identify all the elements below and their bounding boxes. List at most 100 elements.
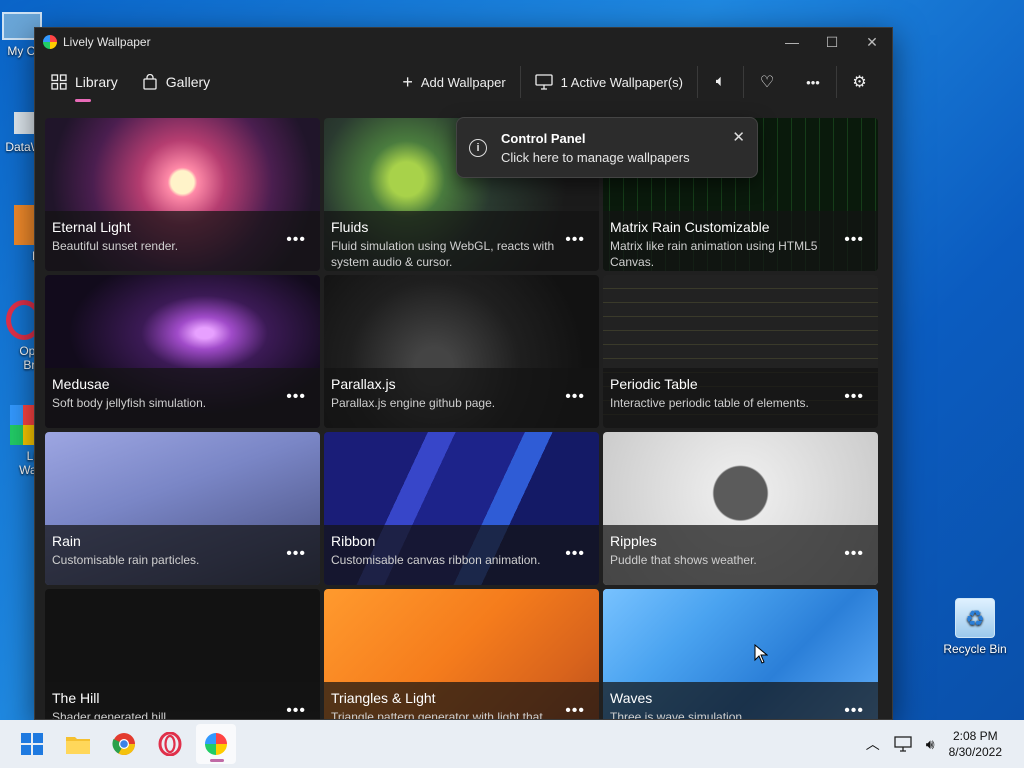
chevron-up-icon[interactable]: ︿ [866, 734, 880, 754]
wallpaper-card-periodic-table[interactable]: Periodic Table Interactive periodic table… [603, 275, 878, 428]
wallpaper-more-button[interactable]: ••• [286, 702, 306, 719]
wallpaper-title: Matrix Rain Customizable [610, 219, 770, 235]
wallpaper-description: Customisable canvas ribbon animation. [331, 553, 541, 567]
wallpaper-title: Eternal Light [52, 219, 131, 235]
network-icon[interactable] [894, 736, 912, 752]
wallpaper-card-medusae[interactable]: Medusae Soft body jellyfish simulation. •… [45, 275, 320, 428]
plus-icon: + [402, 71, 413, 92]
wallpaper-description: Fluid simulation using WebGL, reacts wit… [331, 239, 555, 269]
tab-gallery[interactable]: Gallery [142, 56, 210, 108]
mouse-cursor-icon [754, 644, 768, 664]
monitor-icon [535, 74, 553, 90]
wallpaper-description: Shader generated hill. [52, 710, 170, 720]
lively-logo-icon [43, 35, 57, 49]
taskbar-lively-wallpaper[interactable] [196, 724, 236, 764]
taskbar-file-explorer[interactable] [58, 724, 98, 764]
wallpaper-description: Triangle pattern generator with light th… [331, 710, 543, 720]
wallpaper-title: The Hill [52, 690, 100, 706]
shortcut-icon [14, 205, 36, 245]
control-panel-tip[interactable]: i Control Panel Click here to manage wal… [456, 117, 758, 178]
clock[interactable]: 2:08 PM 8/30/2022 [949, 728, 1002, 760]
lively-logo-icon [205, 733, 227, 755]
start-button[interactable] [12, 724, 52, 764]
wallpaper-more-button[interactable]: ••• [565, 231, 585, 249]
desktop-icon-recycle-bin[interactable]: ♻ Recycle Bin [940, 598, 1010, 656]
wallpaper-more-button[interactable]: ••• [844, 702, 864, 719]
gear-icon: ⚙ [852, 74, 867, 91]
wallpaper-title: Parallax.js [331, 376, 396, 392]
shortcut-icon [14, 112, 36, 134]
wallpaper-more-button[interactable]: ••• [565, 702, 585, 719]
top-navigation: Library Gallery + Add Wallpaper 1 Active… [35, 56, 892, 108]
wallpaper-card-eternal-light[interactable]: Eternal Light Beautiful sunset render. ••… [45, 118, 320, 271]
wallpaper-more-button[interactable]: ••• [286, 231, 306, 249]
clock-date: 8/30/2022 [948, 745, 1002, 759]
tab-library-label: Library [75, 74, 118, 90]
settings-button[interactable]: ⚙ [836, 66, 882, 98]
wallpaper-more-button[interactable]: ••• [844, 231, 864, 249]
add-wallpaper-button[interactable]: + Add Wallpaper [388, 66, 521, 98]
wallpaper-title: Ripples [610, 533, 657, 549]
opera-icon [158, 732, 182, 756]
wallpaper-more-button[interactable]: ••• [565, 388, 585, 406]
speaker-icon: 🔈︎ [715, 73, 726, 90]
wallpaper-description: Customisable rain particles. [52, 553, 200, 567]
tab-gallery-label: Gallery [165, 74, 211, 90]
minimize-button[interactable]: — [772, 28, 812, 56]
wallpaper-more-button[interactable]: ••• [844, 545, 864, 563]
wallpaper-title: Periodic Table [610, 376, 698, 392]
wallpaper-title: Medusae [52, 376, 110, 392]
wallpaper-card-waves[interactable]: Waves Three.js wave simulation. ••• [603, 589, 878, 719]
more-icon: ••• [806, 74, 820, 90]
active-wallpapers-button[interactable]: 1 Active Wallpaper(s) [521, 66, 698, 98]
windows-logo-icon [21, 733, 43, 755]
wallpaper-title: Rain [52, 533, 81, 549]
wallpaper-more-button[interactable]: ••• [286, 388, 306, 406]
desktop-icon-label: Recycle Bin [943, 642, 1007, 656]
close-button[interactable]: ✕ [852, 28, 892, 56]
tab-library[interactable]: Library [51, 56, 118, 108]
volume-icon[interactable]: 🔊︎ [926, 736, 935, 753]
wallpaper-title: Triangles & Light [331, 690, 436, 706]
title-bar[interactable]: Lively Wallpaper — ☐ ✕ [35, 28, 892, 56]
wallpaper-more-button[interactable]: ••• [565, 545, 585, 563]
maximize-button[interactable]: ☐ [812, 28, 852, 56]
wallpaper-card-parallax[interactable]: Parallax.js Parallax.js engine github pag… [324, 275, 599, 428]
wallpaper-library-grid: Eternal Light Beautiful sunset render. ••… [45, 118, 879, 720]
favorite-button[interactable]: ♡ [744, 66, 790, 98]
wallpaper-card-the-hill[interactable]: The Hill Shader generated hill. ••• [45, 589, 320, 720]
more-options-button[interactable]: ••• [790, 66, 836, 98]
taskbar: ︿ 🔊︎ 2:08 PM 8/30/2022 [0, 720, 1024, 768]
tip-title: Control Panel [501, 130, 586, 146]
shopping-bag-icon [143, 74, 157, 90]
folder-icon [66, 737, 90, 754]
wallpaper-card-triangles-light[interactable]: Triangles & Light Triangle pattern genera… [324, 589, 599, 720]
wallpaper-card-ripples[interactable]: Ripples Puddle that shows weather. ••• [603, 432, 878, 585]
lively-icon [10, 405, 36, 445]
wallpaper-description: Beautiful sunset render. [52, 239, 179, 253]
add-wallpaper-label: Add Wallpaper [420, 74, 506, 90]
system-tray: ︿ 🔊︎ 2:08 PM 8/30/2022 [866, 728, 1024, 760]
volume-button[interactable]: 🔈︎ [698, 66, 744, 98]
wallpaper-title: Ribbon [331, 533, 376, 549]
wallpaper-card-ribbon[interactable]: Ribbon Customisable canvas ribbon animati… [324, 432, 599, 585]
wallpaper-description: Soft body jellyfish simulation. [52, 396, 207, 410]
wallpaper-more-button[interactable]: ••• [286, 545, 306, 563]
window-title: Lively Wallpaper [63, 35, 151, 49]
wallpaper-more-button[interactable]: ••• [844, 388, 864, 406]
wallpaper-card-rain[interactable]: Rain Customisable rain particles. ••• [45, 432, 320, 585]
grid-icon [51, 74, 67, 90]
tip-close-button[interactable]: ✕ [732, 128, 745, 146]
info-icon: i [469, 138, 487, 157]
tip-body: Click here to manage wallpapers [501, 149, 690, 165]
taskbar-chrome[interactable] [104, 724, 144, 764]
heart-icon: ♡ [759, 74, 775, 91]
wallpaper-description: Matrix like rain animation using HTML5 C… [610, 239, 818, 269]
clock-time: 2:08 PM [952, 729, 998, 743]
wallpaper-title: Fluids [331, 219, 369, 235]
taskbar-opera[interactable] [150, 724, 190, 764]
wallpaper-title: Waves [610, 690, 653, 706]
recycle-bin-icon: ♻ [955, 598, 995, 638]
active-wallpapers-label: 1 Active Wallpaper(s) [560, 74, 683, 90]
wallpaper-description: Interactive periodic table of elements. [610, 396, 809, 410]
